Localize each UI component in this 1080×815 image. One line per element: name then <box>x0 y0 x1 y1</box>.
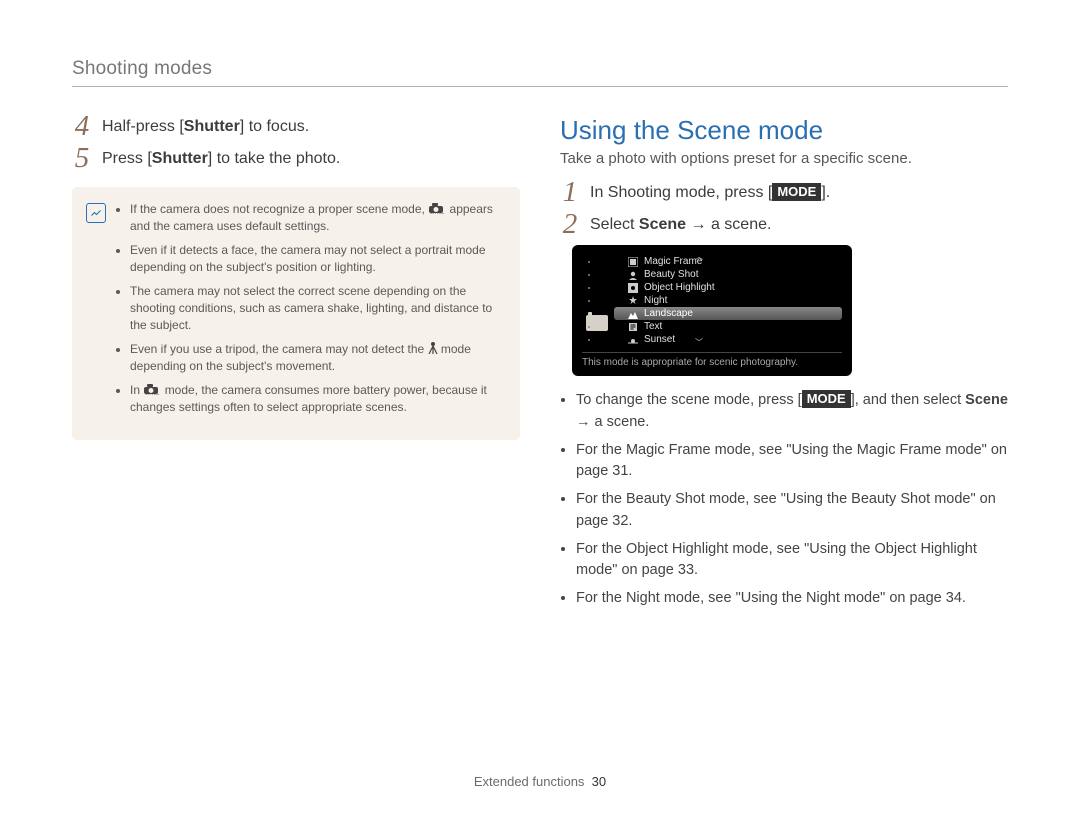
text-part: Press [ <box>102 150 152 167</box>
right-column: Using the Scene mode Take a photo with o… <box>560 115 1008 616</box>
step-1: 1 In Shooting mode, press [MODE]. <box>560 181 1008 207</box>
scene-menu-screenshot: ︿ Magic Frame Beauty Shot Object Highlig… <box>572 245 852 376</box>
scene-menu-item-selected: Landscape <box>614 307 842 320</box>
footer-section: Extended functions <box>474 774 585 789</box>
scene-menu-item: Magic Frame <box>614 255 842 268</box>
text-part: ]. <box>821 184 830 201</box>
step-text: Select Scene → a scene. <box>590 213 1008 239</box>
key-label: Scene <box>965 392 1008 408</box>
bullet-item: For the Beauty Shot mode, see "Using the… <box>576 489 1008 533</box>
object-highlight-icon <box>628 283 638 293</box>
bullet-item: For the Night mode, see "Using the Night… <box>576 588 1008 610</box>
tripod-icon <box>428 342 438 354</box>
scene-mode-heading: Using the Scene mode <box>560 115 1008 146</box>
scene-menu-item: Night <box>614 294 842 307</box>
note-item: If the camera does not recognize a prope… <box>130 201 504 236</box>
beauty-shot-icon <box>628 270 638 280</box>
text-part: ] to focus. <box>240 118 309 135</box>
scene-label: Beauty Shot <box>644 269 698 280</box>
scene-thumb-icon <box>586 315 608 331</box>
text-part: a scene. <box>595 414 650 430</box>
key-label: Shutter <box>184 118 240 135</box>
text-part: Select <box>590 216 639 233</box>
chevron-down-icon: ﹀ <box>695 337 703 348</box>
magic-frame-icon <box>628 257 638 267</box>
scene-label: Magic Frame <box>644 256 702 267</box>
step-text: Press [Shutter] to take the photo. <box>102 147 520 173</box>
smart-auto-icon: SMART <box>428 202 446 214</box>
scene-menu-item: Object Highlight <box>614 281 842 294</box>
scene-description: This mode is appropriate for scenic phot… <box>582 352 842 368</box>
scene-label: Landscape <box>644 308 693 319</box>
text-part: In Shooting mode, press [ <box>590 184 772 201</box>
bullet-item: For the Object Highlight mode, see "Usin… <box>576 539 1008 583</box>
sunset-icon <box>628 335 638 345</box>
mode-badge: MODE <box>772 183 821 201</box>
step-number: 1 <box>560 178 580 207</box>
key-label: Shutter <box>152 150 208 167</box>
arrow: → <box>686 216 711 233</box>
scene-label: Object Highlight <box>644 282 715 293</box>
text-part: Even if you use a tripod, the camera may… <box>130 342 428 356</box>
columns: 4 Half-press [Shutter] to focus. 5 Press… <box>72 115 1008 616</box>
text-icon <box>628 322 638 332</box>
text-part: In <box>130 383 143 397</box>
step-text: In Shooting mode, press [MODE]. <box>590 181 1008 207</box>
note-item: In SMART mode, the camera consumes more … <box>130 382 504 417</box>
info-note: If the camera does not recognize a prope… <box>72 187 520 440</box>
key-label: Scene <box>639 216 686 233</box>
text-part: ], and then select <box>851 392 965 408</box>
section-title: Shooting modes <box>72 58 1008 87</box>
svg-text:SMART: SMART <box>430 212 445 214</box>
scene-menu-item: Sunset <box>614 333 842 346</box>
bullet-item: To change the scene mode, press [MODE], … <box>576 390 1008 434</box>
scene-menu-item: Text <box>614 320 842 333</box>
svg-text:SMART: SMART <box>145 393 160 395</box>
text-part: Half-press [ <box>102 118 184 135</box>
note-item: The camera may not select the correct sc… <box>130 283 504 335</box>
step-5: 5 Press [Shutter] to take the photo. <box>72 147 520 173</box>
step-4: 4 Half-press [Shutter] to focus. <box>72 115 520 141</box>
page-number: 30 <box>592 774 606 789</box>
text-part: To change the scene mode, press [ <box>576 392 802 408</box>
scene-label: Text <box>644 321 662 332</box>
note-icon <box>86 203 106 223</box>
mode-badge: MODE <box>802 390 851 408</box>
chevron-up-icon: ︿ <box>695 251 703 262</box>
note-item: Even if you use a tripod, the camera may… <box>130 341 504 376</box>
step-number: 2 <box>560 210 580 239</box>
landscape-icon <box>628 309 638 319</box>
step-number: 5 <box>72 144 92 173</box>
step-number: 4 <box>72 112 92 141</box>
text-part: a scene. <box>711 216 771 233</box>
scene-label: Night <box>644 295 667 306</box>
step-text: Half-press [Shutter] to focus. <box>102 115 520 141</box>
left-column: 4 Half-press [Shutter] to focus. 5 Press… <box>72 115 520 440</box>
arrow: → <box>576 414 595 430</box>
scene-menu-item: Beauty Shot <box>614 268 842 281</box>
manual-page: Shooting modes 4 Half-press [Shutter] to… <box>0 0 1080 815</box>
step-2: 2 Select Scene → a scene. <box>560 213 1008 239</box>
note-list: If the camera does not recognize a prope… <box>116 201 504 422</box>
note-item: Even if it detects a face, the camera ma… <box>130 242 504 277</box>
night-icon <box>628 296 638 306</box>
scene-notes: To change the scene mode, press [MODE], … <box>560 390 1008 610</box>
bullet-item: For the Magic Frame mode, see "Using the… <box>576 440 1008 484</box>
page-footer: Extended functions 30 <box>0 774 1080 789</box>
scene-mode-subtitle: Take a photo with options preset for a s… <box>560 150 1008 167</box>
text-part: If the camera does not recognize a prope… <box>130 202 428 216</box>
text-part: mode, the camera consumes more battery p… <box>130 383 487 414</box>
smart-auto-icon: SMART <box>143 383 161 395</box>
scene-label: Sunset <box>644 334 675 345</box>
text-part: ] to take the photo. <box>208 150 341 167</box>
